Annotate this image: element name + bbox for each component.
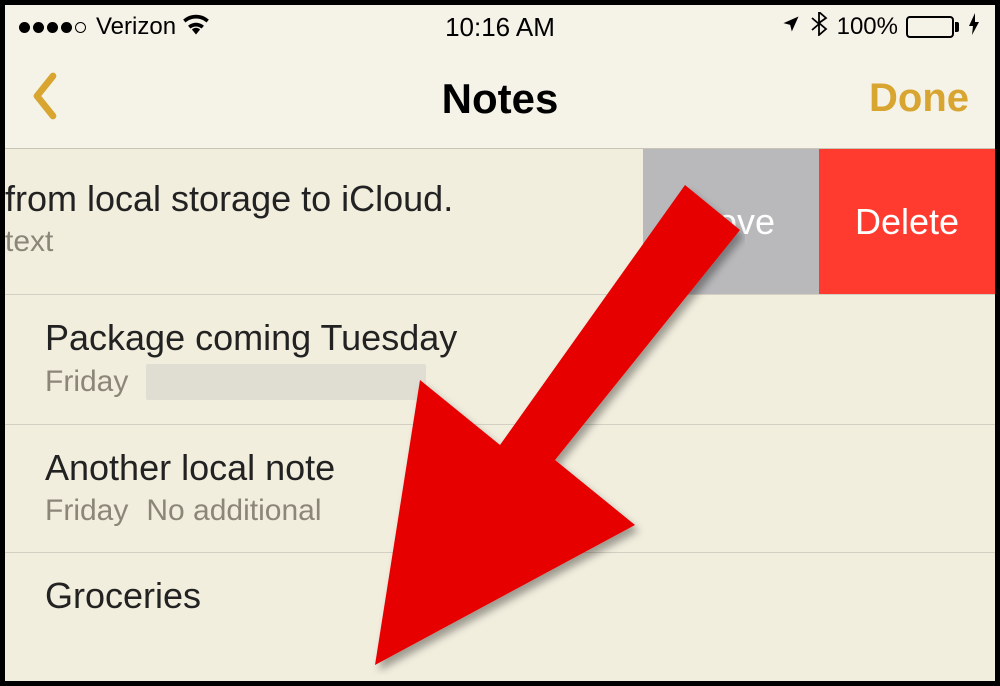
note-title: Package coming Tuesday (45, 315, 995, 360)
nav-bar: Notes Done (5, 49, 995, 149)
back-button[interactable] (31, 72, 59, 125)
status-time: 10:16 AM (445, 12, 555, 43)
page-title: Notes (442, 75, 559, 123)
note-date: Friday (45, 494, 128, 528)
swipe-actions: Move Delete (643, 149, 995, 294)
move-button[interactable]: Move (643, 149, 819, 294)
note-row[interactable]: Another local note Friday No additional (5, 425, 995, 553)
note-date: Friday (45, 365, 128, 399)
note-row[interactable]: Package coming Tuesday Friday (5, 295, 995, 425)
delete-button[interactable]: Delete (819, 149, 995, 294)
note-title: from local storage to iCloud. (5, 176, 643, 221)
bluetooth-icon (809, 12, 829, 43)
carrier-label: Verizon (96, 13, 176, 41)
done-button[interactable]: Done (869, 76, 969, 121)
note-row[interactable]: from local storage to iCloud. text Move … (5, 149, 995, 295)
redacted-preview (146, 364, 426, 400)
note-row[interactable]: Groceries (5, 553, 995, 618)
location-icon (781, 12, 801, 43)
note-title: Groceries (45, 573, 995, 618)
charging-icon (967, 12, 981, 43)
battery-icon (906, 16, 959, 38)
status-right: 100% (781, 12, 981, 43)
status-left: Verizon (19, 13, 210, 42)
note-title: Another local note (45, 445, 995, 490)
note-preview: No additional (146, 494, 321, 528)
wifi-icon (182, 13, 210, 42)
notes-list[interactable]: from local storage to iCloud. text Move … (5, 149, 995, 681)
status-bar: Verizon 10:16 AM 100% (5, 5, 995, 49)
signal-strength-icon (19, 22, 86, 33)
note-preview: text (5, 225, 53, 259)
battery-percentage: 100% (837, 13, 898, 41)
